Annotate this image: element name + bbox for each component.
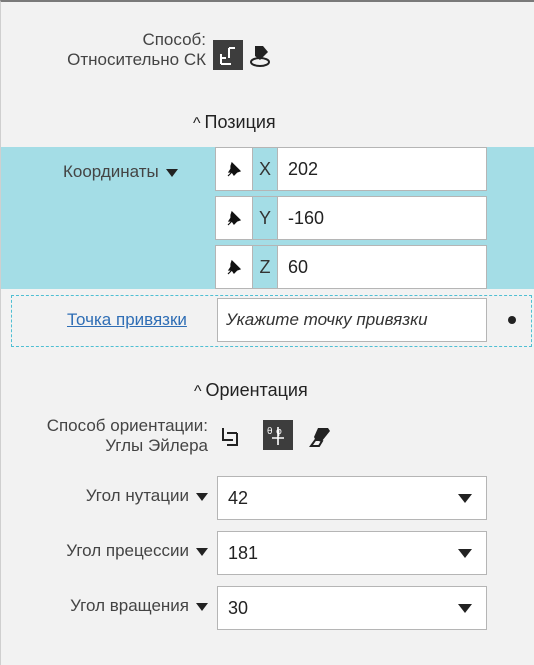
caret-up-icon: ^ [193,115,201,132]
eraser-icon[interactable] [305,422,335,452]
dropdown-triangle-icon [196,602,208,611]
coord-row-y: Y -160 [215,196,487,240]
chevron-down-icon[interactable] [458,494,472,503]
nutation-combo[interactable]: 42 [217,476,487,520]
rotate-axes-icon[interactable] [215,422,245,452]
rotation-label: Угол вращения [70,596,189,615]
svg-text:φ: φ [276,427,282,437]
svg-text:θ: θ [267,427,273,437]
dropdown-triangle-icon [165,168,178,177]
rotation-dropdown[interactable]: Угол вращения [70,596,208,616]
coord-input-z[interactable]: 60 [277,245,487,289]
nutation-dropdown[interactable]: Угол нутации [86,486,208,506]
caret-up-icon: ^ [194,383,202,400]
snap-point-link[interactable]: Точка привязки [67,310,187,330]
method-label-text: Способ: [142,30,206,49]
precession-value: 181 [228,542,259,563]
precession-label: Угол прецессии [66,541,189,560]
orientation-mode-label-text: Способ ориентации: [46,416,208,435]
euler-angles-icon[interactable]: θ φ [263,420,293,450]
precession-combo[interactable]: 181 [217,531,487,575]
chevron-down-icon[interactable] [458,549,472,558]
pin-icon[interactable] [215,196,253,240]
pin-icon[interactable] [215,245,253,289]
method-label: Способ: Относительно СК [67,30,206,70]
rotation-value: 30 [228,597,249,618]
dropdown-triangle-icon [196,492,208,501]
chevron-down-icon[interactable] [458,604,472,613]
eraser-snap-icon[interactable] [245,40,275,70]
precession-dropdown[interactable]: Угол прецессии [66,541,208,561]
orientation-mode-label: Способ ориентации: Углы Эйлера [47,416,208,456]
properties-panel: Способ: Относительно СК ^ Позиция Координ… [0,0,534,665]
coord-input-y[interactable]: -160 [277,196,487,240]
dropdown-triangle-icon [196,547,208,556]
nutation-label: Угол нутации [85,486,189,505]
coordinates-dropdown[interactable]: Координаты [63,162,178,182]
coord-row-z: Z 60 [215,245,487,289]
rotation-combo[interactable]: 30 [217,586,487,630]
orientation-header-text: Ориентация [205,380,308,400]
axis-label-x: X [253,147,277,191]
axis-label-z: Z [253,245,277,289]
snap-point-input[interactable]: Укажите точку привязки [217,298,487,342]
coordinates-label: Координаты [63,162,159,181]
coord-row-x: X 202 [215,147,487,191]
orientation-mode-value: Углы Эйлера [105,436,208,455]
axis-label-y: Y [253,196,277,240]
bullet-icon[interactable] [508,316,516,324]
axes-icon[interactable] [213,40,243,70]
method-value: Относительно СК [67,50,206,69]
orientation-header[interactable]: ^ Ориентация [194,380,308,401]
position-header[interactable]: ^ Позиция [193,112,276,133]
pin-icon[interactable] [215,147,253,191]
nutation-value: 42 [228,487,249,508]
coord-input-x[interactable]: 202 [277,147,487,191]
position-header-text: Позиция [204,112,276,132]
